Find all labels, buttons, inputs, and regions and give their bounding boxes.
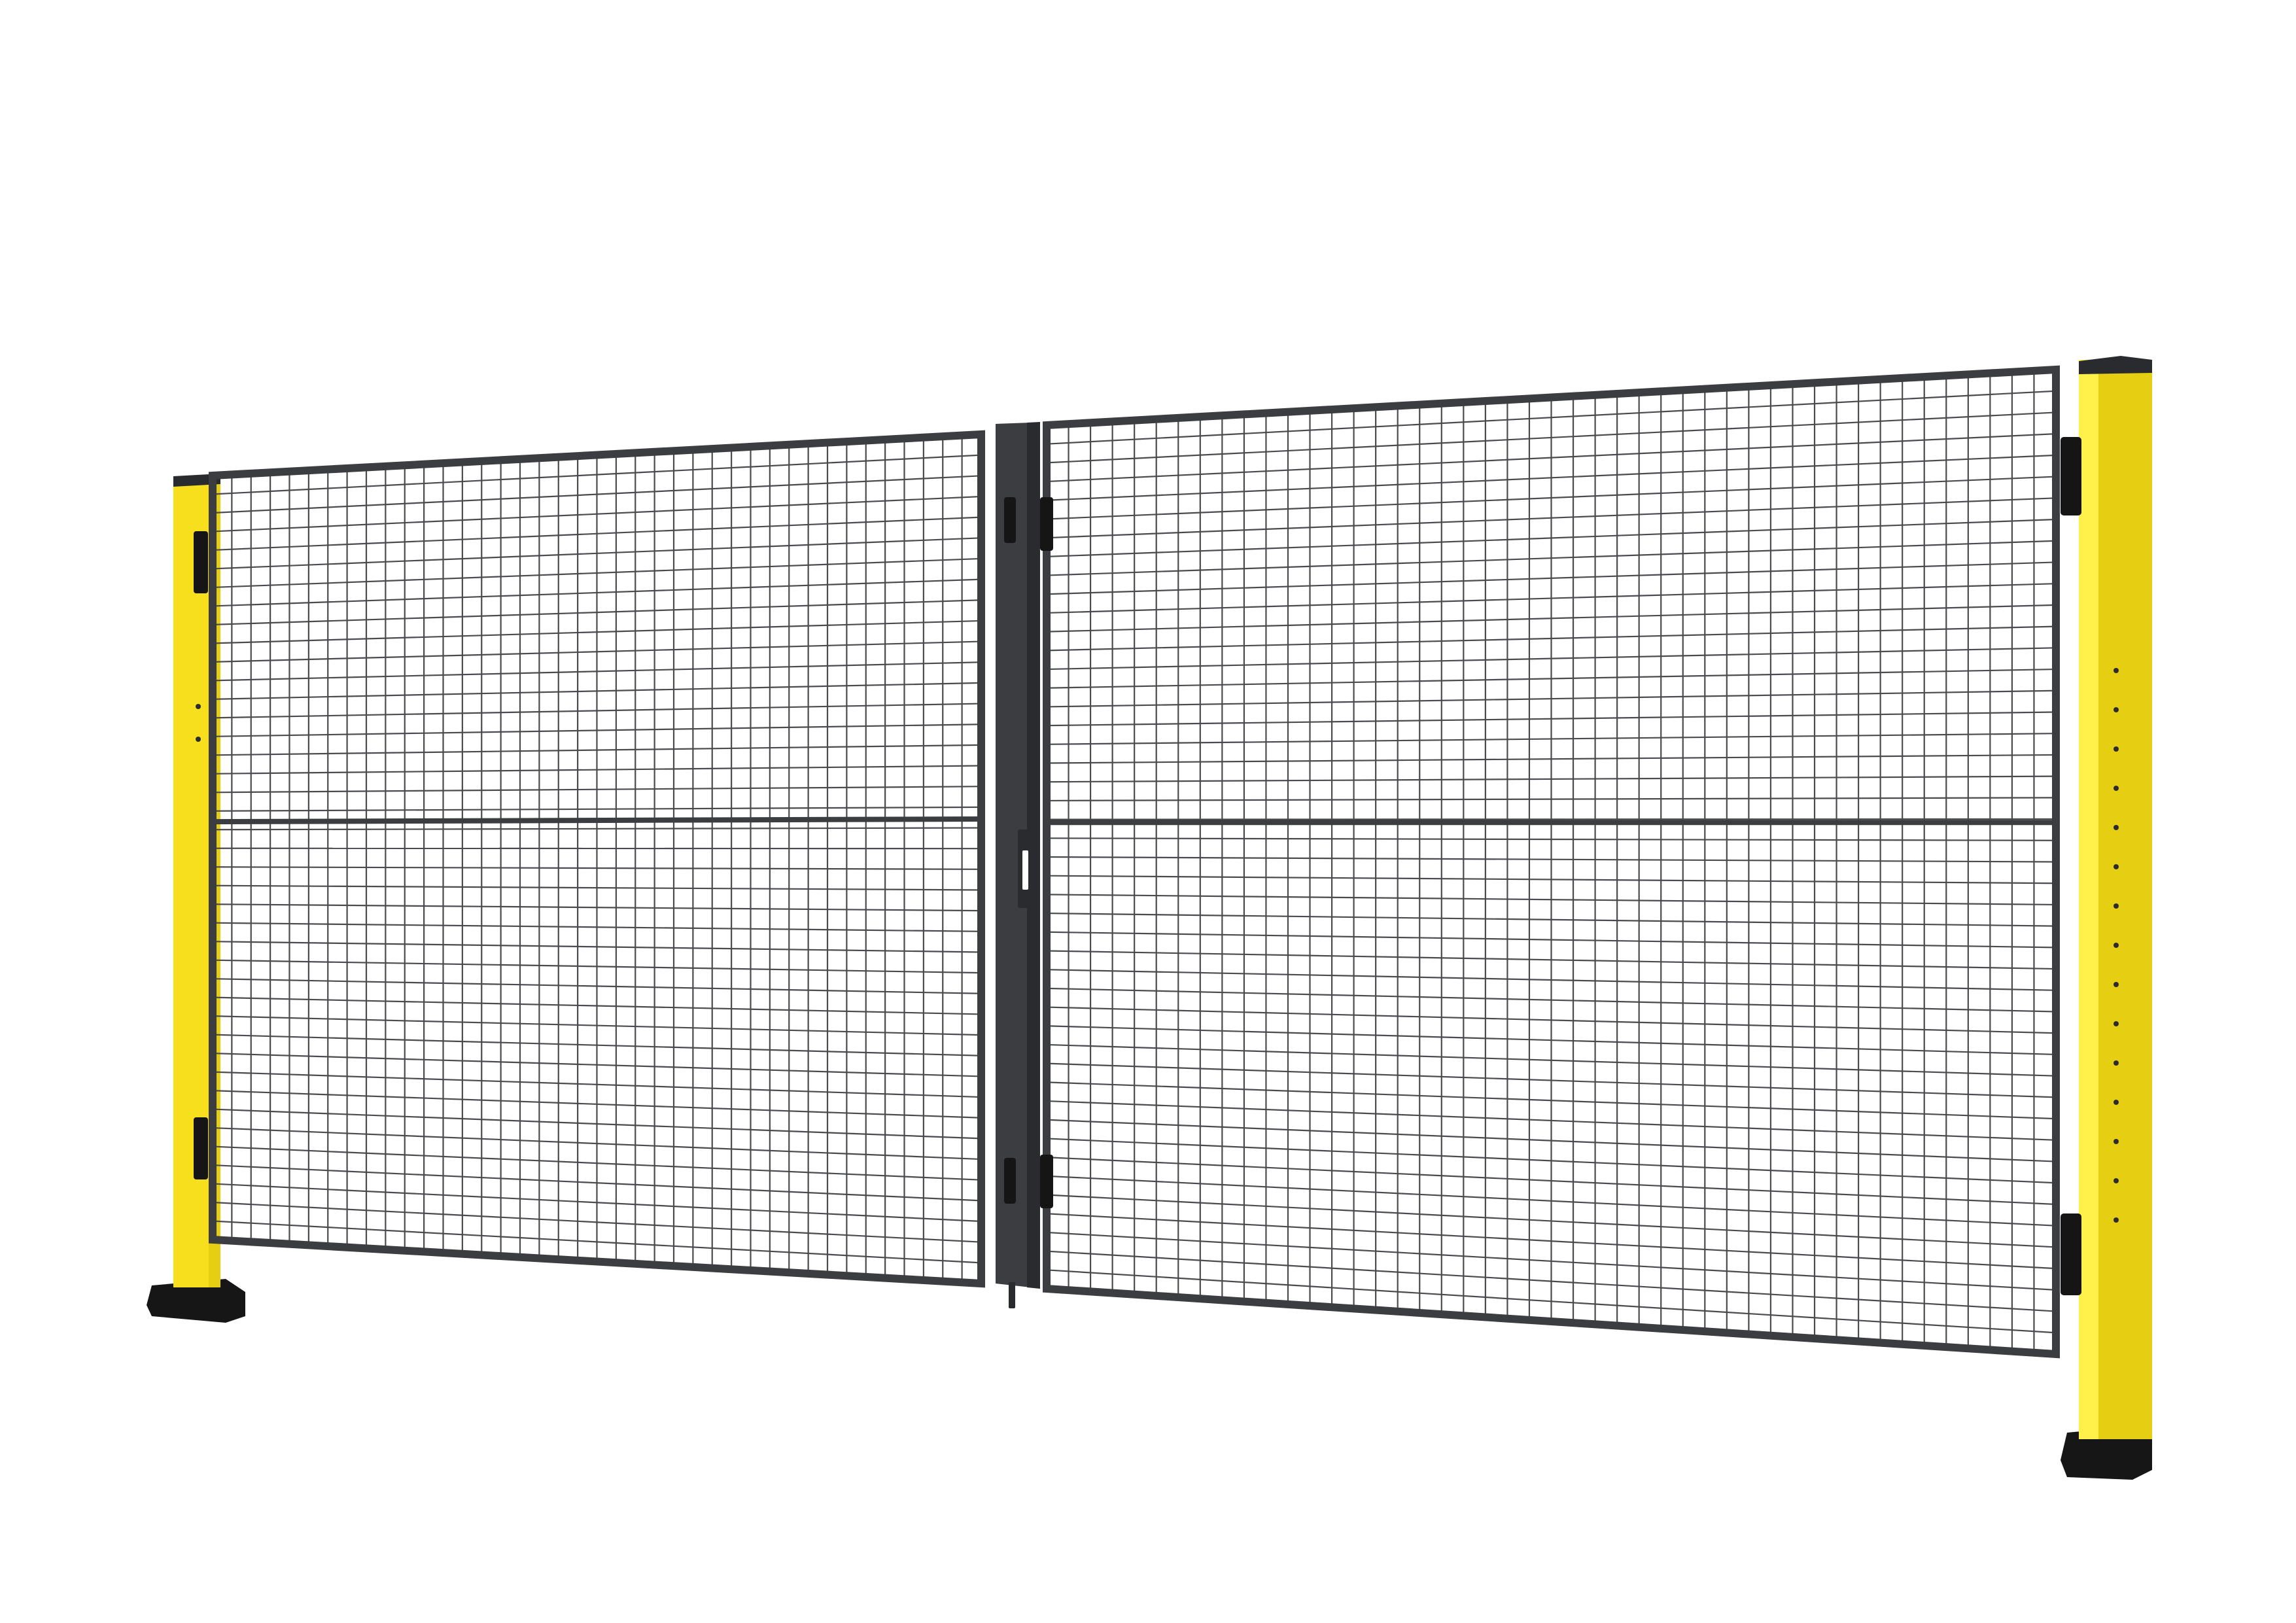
hinge-icon xyxy=(1040,1155,1053,1208)
post-hole xyxy=(2113,1060,2119,1066)
hinge-icon xyxy=(1004,497,1016,543)
post-hole xyxy=(196,737,201,742)
right-gate-leaf xyxy=(1043,365,2060,1359)
post-hole xyxy=(2113,864,2119,869)
post-hole xyxy=(2113,943,2119,948)
drop-bolt-icon xyxy=(1009,1282,1015,1308)
post-hole xyxy=(2113,1217,2119,1223)
post-hole xyxy=(2113,825,2119,830)
post-hole xyxy=(2113,668,2119,673)
post-hole xyxy=(196,704,201,709)
middle-rail xyxy=(212,816,982,825)
left-post xyxy=(147,474,245,1323)
mesh-wire xyxy=(1046,818,2057,820)
post-hole xyxy=(2113,707,2119,712)
right-mesh xyxy=(1045,368,2057,1355)
post-hole xyxy=(2113,1021,2119,1026)
left-mesh xyxy=(211,433,983,1285)
hinge-icon xyxy=(194,1117,208,1179)
hinge-icon xyxy=(2061,1213,2081,1295)
latch-slot xyxy=(1022,850,1028,890)
post-hole xyxy=(2113,786,2119,791)
post-hole xyxy=(2113,903,2119,909)
hinge-icon xyxy=(1040,497,1053,551)
post-hole xyxy=(2113,1139,2119,1144)
gate-scene xyxy=(147,356,2152,1480)
post-hole xyxy=(2113,746,2119,752)
left-gate-leaf xyxy=(209,430,985,1288)
hinge-icon xyxy=(2061,437,2081,515)
post-hole xyxy=(2113,982,2119,987)
right-post xyxy=(2061,356,2152,1480)
right-post-front xyxy=(2079,360,2098,1439)
right-post-cap xyxy=(2079,356,2152,374)
hinge-icon xyxy=(1004,1158,1016,1204)
hinge-icon xyxy=(194,531,208,593)
post-hole xyxy=(2113,1100,2119,1105)
post-hole xyxy=(2113,1178,2119,1183)
